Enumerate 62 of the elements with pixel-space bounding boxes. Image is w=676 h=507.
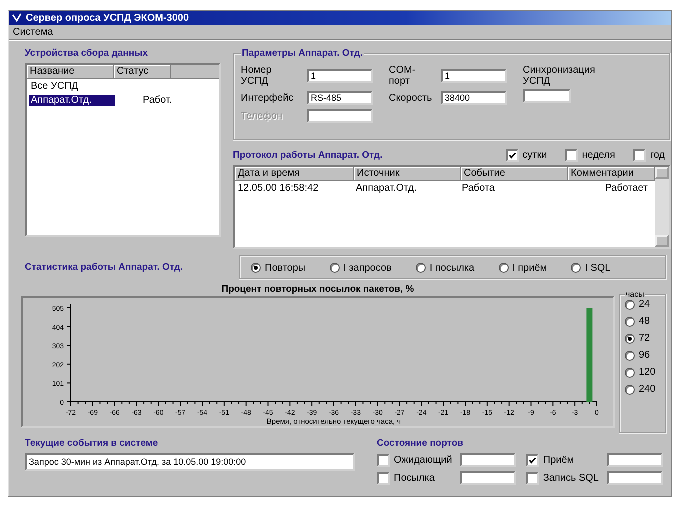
input-field[interactable]: Запрос 30-мин из Аппарат.Отд. за 10.05.00 19:00:00 — [25, 453, 355, 471]
table-cell-text: Работа — [461, 183, 496, 194]
column-header[interactable]: Источник — [354, 167, 461, 180]
radio-button[interactable]: Повторы — [251, 262, 306, 274]
table-cell-text: Аппарат.Отд. — [355, 183, 418, 194]
section-label: Устройства сбора данных — [25, 48, 150, 59]
section-label: Текущие события в системе — [25, 438, 160, 449]
checkbox[interactable]: Приём — [526, 454, 601, 466]
field-label: Интерфейс — [241, 92, 295, 104]
app-icon — [12, 13, 22, 23]
column-header[interactable]: Статус — [114, 65, 171, 78]
checkbox[interactable]: сутки — [506, 149, 548, 162]
radio-button[interactable]: 72 — [625, 333, 661, 344]
input-field[interactable]: 1 — [441, 69, 507, 83]
input-field[interactable] — [460, 453, 516, 467]
radio-button[interactable]: I посылка — [416, 262, 475, 274]
checkbox[interactable]: неделя — [565, 149, 616, 162]
list-item[interactable]: Аппарат.Отд. — [29, 94, 115, 106]
field-label: Скорость — [389, 92, 434, 104]
scrollbar[interactable] — [655, 167, 669, 247]
field-label: Номер УСПД — [241, 65, 273, 87]
section-label: Протокол работы Аппарат. Отд. — [233, 150, 384, 161]
radio-button[interactable]: I приём — [498, 262, 548, 274]
input-field[interactable]: RS-485 — [307, 91, 373, 105]
radio-button[interactable]: 48 — [625, 316, 661, 327]
input-field[interactable]: 1 — [307, 69, 373, 83]
table-cell-text: Работает — [604, 183, 649, 194]
column-header[interactable]: Событие — [461, 167, 568, 180]
check-icon — [508, 151, 517, 160]
radio-button[interactable]: I запросов — [330, 262, 392, 274]
window-title: Сервер опроса УСПД ЭКОМ-3000 — [9, 11, 671, 25]
device-list[interactable]: Название Статус Все УСПД Аппарат.Отд. Работ. — [25, 63, 221, 237]
field-label: COM-порт — [389, 65, 417, 87]
field-label: Телефон — [241, 110, 284, 122]
input-field[interactable] — [523, 89, 571, 103]
table-cell-text: 12.05.00 16:58:42 — [237, 183, 320, 194]
radio-button[interactable]: 120 — [625, 367, 661, 378]
checkbox[interactable]: год — [633, 149, 665, 162]
input-field[interactable] — [607, 453, 663, 467]
checkbox[interactable]: Запись SQL — [526, 472, 601, 484]
menu-item[interactable]: Система — [13, 26, 54, 38]
radio-button[interactable]: I SQL — [571, 262, 611, 274]
checkbox[interactable]: Ожидающий — [377, 454, 454, 466]
input-field[interactable] — [607, 471, 663, 485]
checkbox[interactable]: Посылка — [377, 472, 454, 484]
section-label: Статистика работы Аппарат. Отд. — [25, 262, 184, 273]
radio-button[interactable]: 24 — [625, 299, 661, 310]
input-field[interactable] — [307, 109, 373, 123]
column-header[interactable]: Дата и время — [235, 167, 354, 180]
section-label: Состояние портов — [377, 438, 464, 449]
status-text: Работ. — [143, 94, 172, 106]
group-title: часы — [625, 290, 646, 299]
field-label: Синхронизация УСПД — [523, 65, 596, 87]
list-item[interactable]: Все УСПД — [29, 80, 115, 92]
input-field[interactable] — [460, 471, 516, 485]
input-field[interactable]: 38400 — [441, 91, 507, 105]
check-icon — [528, 456, 538, 464]
chart-title: Процент повторных посылок пакетов, % — [220, 284, 416, 296]
group-title: Параметры Аппарат. Отд. — [241, 48, 364, 59]
radio-button[interactable]: 96 — [625, 350, 661, 361]
column-header[interactable]: Название — [27, 65, 114, 78]
radio-button[interactable]: 240 — [625, 384, 661, 395]
